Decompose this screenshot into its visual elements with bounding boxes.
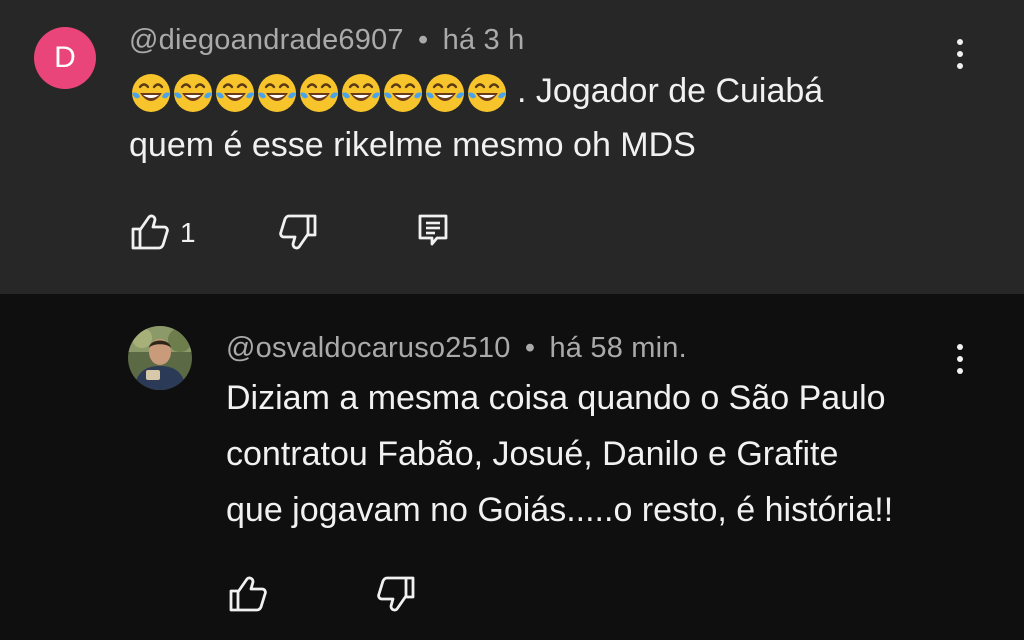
reply-meta: @osvaldocaruso2510 • há 58 min.	[226, 332, 687, 365]
laughing-emoji-group	[129, 71, 507, 115]
reply-text-line-2: contratou Fabão, Josué, Danilo e Grafite	[226, 435, 839, 473]
laughing-tears-emoji	[384, 74, 422, 113]
avatar[interactable]: D	[34, 27, 96, 89]
meta-separator: •	[418, 24, 429, 56]
reply-author[interactable]: @osvaldocaruso2510	[226, 332, 511, 364]
comments-view: D @diegoandrade6907 • há 3 h . Jogador d…	[0, 0, 1024, 640]
comment-text-line-2: quem é esse rikelme mesmo oh MDS	[129, 126, 696, 164]
thumb-down-icon[interactable]	[278, 212, 318, 252]
laughing-tears-emoji	[258, 74, 296, 113]
reply-text-line-3: que jogavam no Goiás.....o resto, é hist…	[226, 491, 894, 529]
comment-text-line-1-text: . Jogador de Cuiabá	[517, 72, 824, 110]
laughing-tears-emoji	[132, 74, 170, 113]
thumb-down-icon[interactable]	[376, 574, 416, 614]
comment-text: . Jogador de Cuiabá quem é esse rikelme …	[129, 64, 823, 172]
comment-meta: @diegoandrade6907 • há 3 h	[129, 24, 524, 57]
reply-text: Diziam a mesma coisa quando o São Paulo …	[226, 370, 893, 538]
meta-separator: •	[524, 332, 536, 364]
thumb-up-icon[interactable]	[228, 574, 268, 614]
profile-photo	[128, 326, 192, 390]
laughing-tears-emoji	[468, 74, 506, 113]
laughing-tears-emoji	[426, 74, 464, 113]
laughing-tears-emoji	[174, 74, 212, 113]
reply-icon[interactable]	[415, 212, 451, 248]
laughing-tears-emoji	[342, 74, 380, 113]
comment-time: há 3 h	[442, 24, 525, 56]
reply-text-line-1: Diziam a mesma coisa quando o São Paulo	[226, 379, 886, 417]
avatar[interactable]	[128, 326, 192, 390]
thumb-up-icon[interactable]	[130, 212, 170, 252]
laughing-tears-emoji	[216, 74, 254, 113]
like-count: 1	[180, 217, 196, 248]
laughing-tears-emoji	[300, 74, 338, 113]
comment-thread: D @diegoandrade6907 • há 3 h . Jogador d…	[0, 0, 1024, 294]
more-vert-icon[interactable]	[950, 344, 970, 384]
comment-text-line-1: . Jogador de Cuiabá	[129, 64, 823, 118]
reply-time: há 58 min.	[549, 332, 687, 364]
more-vert-icon[interactable]	[950, 39, 970, 79]
comment-author[interactable]: @diegoandrade6907	[129, 24, 404, 56]
avatar-letter: D	[54, 41, 76, 74]
